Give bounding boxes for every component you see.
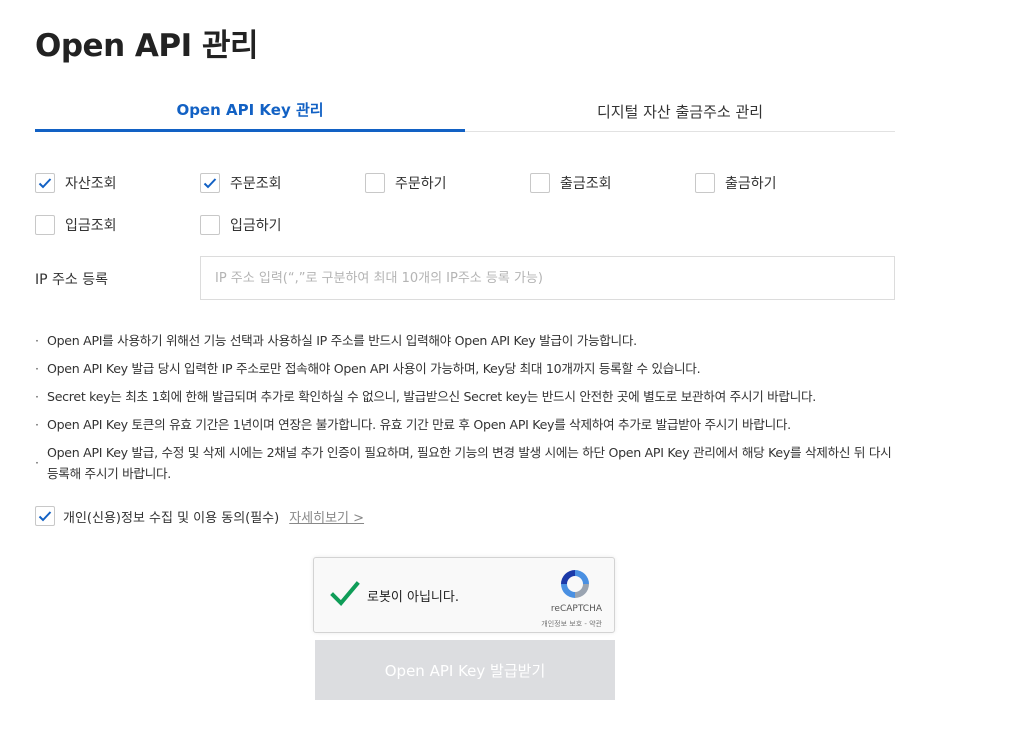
captcha-checkmark-icon[interactable] — [330, 580, 360, 608]
checkbox-withdraw[interactable] — [695, 173, 715, 193]
permission-withdraw-view[interactable]: 출금조회 — [530, 173, 612, 193]
notice-item: Open API Key 발급 당시 입력한 IP 주소로만 접속해야 Open… — [35, 358, 895, 379]
tab-bar: Open API Key 관리 디지털 자산 출금주소 관리 — [35, 90, 895, 132]
notice-item: Open API를 사용하기 위해선 기능 선택과 사용하실 IP 주소를 반드… — [35, 330, 895, 351]
privacy-agreement: 개인(신용)정보 수집 및 이용 동의(필수) 자세히보기 > — [35, 506, 364, 526]
checkbox-order-view[interactable] — [200, 173, 220, 193]
notice-list: Open API를 사용하기 위해선 기능 선택과 사용하실 IP 주소를 반드… — [35, 330, 895, 491]
checkmark-icon — [38, 178, 52, 189]
checkbox-deposit[interactable] — [200, 215, 220, 235]
permission-order-place[interactable]: 주문하기 — [365, 173, 447, 193]
ip-address-input[interactable] — [200, 256, 895, 300]
checkbox-privacy-agreement[interactable] — [35, 506, 55, 526]
permission-label: 출금조회 — [560, 176, 612, 192]
checkbox-asset-view[interactable] — [35, 173, 55, 193]
recaptcha-terms-link[interactable]: 개인정보 보호 - 약관 — [541, 619, 602, 629]
privacy-details-link[interactable]: 자세히보기 > — [289, 507, 364, 526]
permission-label: 입금조회 — [65, 218, 117, 234]
permission-label: 주문조회 — [230, 176, 282, 192]
privacy-agreement-label: 개인(신용)정보 수집 및 이용 동의(필수) — [63, 510, 280, 526]
recaptcha-widget: 로봇이 아닙니다. reCAPTCHA 개인정보 보호 - 약관 — [313, 557, 615, 633]
checkbox-withdraw-view[interactable] — [530, 173, 550, 193]
checkbox-deposit-view[interactable] — [35, 215, 55, 235]
issue-api-key-button[interactable]: Open API Key 발급받기 — [315, 640, 615, 700]
page-title: Open API 관리 — [35, 28, 259, 64]
captcha-label: 로봇이 아닙니다. — [367, 590, 459, 605]
notice-item: Secret key는 최초 1회에 한해 발급되며 추가로 확인하실 수 없으… — [35, 386, 895, 407]
tab-withdrawal-address[interactable]: 디지털 자산 출금주소 관리 — [465, 90, 895, 132]
notice-item: Open API Key 토큰의 유효 기간은 1년이며 연장은 불가합니다. … — [35, 414, 895, 435]
checkbox-order-place[interactable] — [365, 173, 385, 193]
checkmark-icon — [38, 511, 52, 522]
ip-label: IP 주소 등록 — [35, 272, 108, 288]
permission-deposit[interactable]: 입금하기 — [200, 215, 282, 235]
permission-asset-view[interactable]: 자산조회 — [35, 173, 117, 193]
checkmark-icon — [203, 178, 217, 189]
recaptcha-brand: reCAPTCHA — [550, 604, 602, 614]
permission-label: 자산조회 — [65, 176, 117, 192]
permission-deposit-view[interactable]: 입금조회 — [35, 215, 117, 235]
permission-label: 입금하기 — [230, 218, 282, 234]
permission-withdraw[interactable]: 출금하기 — [695, 173, 777, 193]
tab-open-api-key[interactable]: Open API Key 관리 — [35, 90, 465, 132]
recaptcha-logo-icon — [561, 570, 589, 598]
notice-item: Open API Key 발급, 수정 및 삭제 시에는 2채널 추가 인증이 … — [35, 442, 895, 484]
permission-order-view[interactable]: 주문조회 — [200, 173, 282, 193]
permission-label: 출금하기 — [725, 176, 777, 192]
permission-label: 주문하기 — [395, 176, 447, 192]
